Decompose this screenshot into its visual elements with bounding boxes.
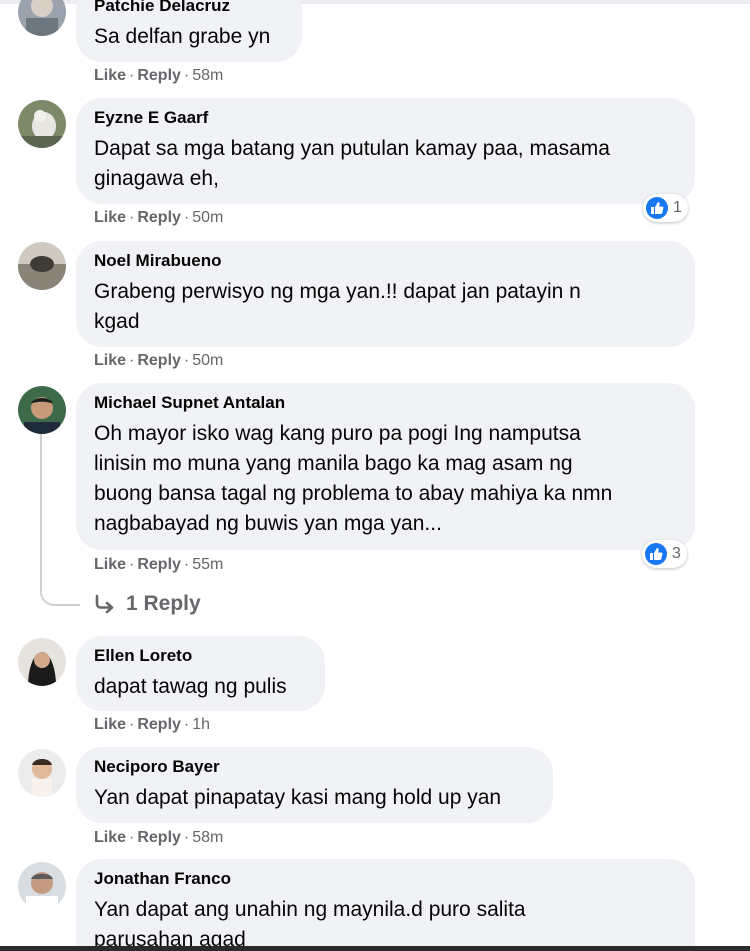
separator: · [183, 829, 190, 846]
separator: · [129, 67, 135, 84]
like-button[interactable]: Like [94, 67, 126, 84]
comment-bubble: Jonathan Franco Yan dapat ang unahin ng … [76, 859, 695, 951]
comment-text: Sa delfan grabe yn [94, 25, 271, 48]
separator: · [129, 352, 135, 369]
like-button[interactable]: Like [94, 556, 126, 573]
reply-button[interactable]: Reply [137, 352, 181, 369]
comment-bubble: Noel Mirabueno Grabeng perwisyo ng mga y… [76, 241, 695, 347]
avatar[interactable] [18, 638, 66, 686]
comment-bubble: Patchie Delacruz Sa delfan grabe yn [76, 0, 302, 62]
commenter-name[interactable]: Eyzne E Gaarf [94, 107, 677, 128]
comment-bubble: Ellen Loreto dapat tawag ng pulis [76, 636, 325, 711]
comment-bubble: Eyzne E Gaarf Dapat sa mga batang yan pu… [76, 98, 695, 204]
commenter-name[interactable]: Jonathan Franco [94, 868, 677, 889]
comment-text: buong bansa tagal ng problema to abay ma… [94, 482, 613, 505]
separator: · [183, 556, 190, 573]
like-reaction-icon [646, 197, 668, 219]
like-reaction-icon [645, 543, 667, 565]
commenter-name[interactable]: Neciporo Bayer [94, 756, 535, 777]
commenter-name[interactable]: Patchie Delacruz [94, 0, 284, 16]
reply-button[interactable]: Reply [137, 829, 181, 846]
comment-text: linisin mo muna yang manila bago ka mag … [94, 452, 573, 475]
reaction-count[interactable]: 3 [642, 540, 687, 568]
avatar[interactable] [18, 0, 66, 36]
comment-actions: Like · Reply · 55m [94, 556, 223, 574]
comment-text: Yan dapat pinapatay kasi mang hold up ya… [94, 786, 502, 809]
thread-line [40, 434, 42, 592]
avatar[interactable] [18, 749, 66, 797]
separator: · [129, 209, 135, 226]
comment-actions: Like · Reply · 58m [94, 67, 223, 85]
separator: · [129, 829, 135, 846]
avatar[interactable] [18, 242, 66, 290]
comment-text: Dapat sa mga batang yan putulan kamay pa… [94, 137, 610, 160]
comment-actions: Like · Reply · 58m [94, 829, 223, 847]
comment-text: dapat tawag ng pulis [94, 675, 287, 698]
separator: · [183, 352, 190, 369]
commenter-name[interactable]: Ellen Loreto [94, 645, 307, 666]
comment-actions: Like · Reply · 50m [94, 209, 223, 227]
reaction-count-text: 3 [672, 545, 681, 562]
like-button[interactable]: Like [94, 352, 126, 369]
like-button[interactable]: Like [94, 716, 126, 733]
commenter-name[interactable]: Noel Mirabueno [94, 250, 677, 271]
timestamp[interactable]: 58m [192, 829, 223, 846]
timestamp[interactable]: 50m [192, 209, 223, 226]
comment-text: Oh mayor isko wag kang puro pa pogi Ing … [94, 422, 581, 445]
timestamp[interactable]: 58m [192, 67, 223, 84]
comment-bubble: Michael Supnet Antalan Oh mayor isko wag… [76, 383, 695, 550]
separator: · [129, 556, 135, 573]
comment-actions: Like · Reply · 50m [94, 352, 223, 370]
view-replies-button[interactable]: 1 Reply [94, 592, 201, 616]
reaction-count[interactable]: 1 [643, 194, 688, 222]
timestamp[interactable]: 50m [192, 352, 223, 369]
avatar[interactable] [18, 862, 66, 910]
comment-actions: Like · Reply · 1h [94, 716, 210, 734]
comment-text: kgad [94, 310, 140, 333]
separator: · [183, 716, 190, 733]
view-replies-label[interactable]: 1 Reply [126, 592, 201, 616]
bottom-edge [0, 946, 750, 951]
reply-button[interactable]: Reply [137, 716, 181, 733]
comment-text: ginagawa eh, [94, 167, 219, 190]
reply-button[interactable]: Reply [137, 209, 181, 226]
reaction-count-text: 1 [673, 199, 682, 216]
commenter-name[interactable]: Michael Supnet Antalan [94, 392, 677, 413]
separator: · [183, 209, 190, 226]
like-button[interactable]: Like [94, 209, 126, 226]
comment-text: nagbabayad ng buwis yan mga yan... [94, 512, 442, 535]
comment-bubble: Neciporo Bayer Yan dapat pinapatay kasi … [76, 747, 553, 823]
timestamp[interactable]: 55m [192, 556, 223, 573]
comment-text: Yan dapat ang unahin ng maynila.d puro s… [94, 898, 526, 921]
avatar[interactable] [18, 386, 66, 434]
avatar[interactable] [18, 100, 66, 148]
timestamp[interactable]: 1h [192, 716, 210, 733]
thread-connector [40, 592, 80, 606]
reply-button[interactable]: Reply [137, 67, 181, 84]
separator: · [129, 716, 135, 733]
reply-button[interactable]: Reply [137, 556, 181, 573]
reply-arrow-icon [95, 594, 114, 614]
comment-text: Grabeng perwisyo ng mga yan.!! dapat jan… [94, 280, 581, 303]
separator: · [183, 67, 190, 84]
like-button[interactable]: Like [94, 829, 126, 846]
